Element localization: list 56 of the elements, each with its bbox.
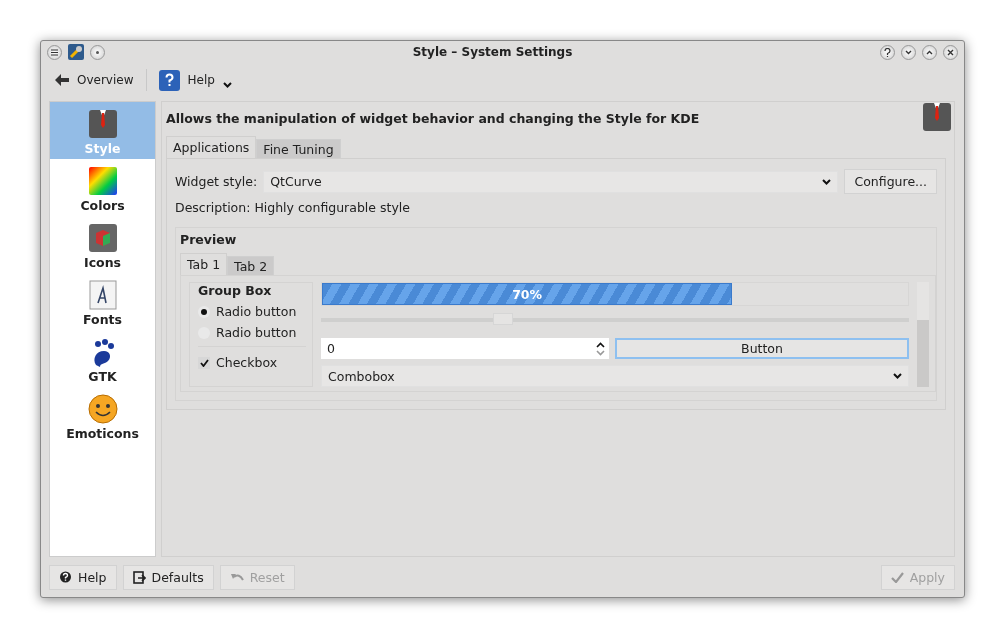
window-title: Style – System Settings — [411, 45, 574, 59]
sidebar-item[interactable]: GTK — [50, 330, 155, 387]
up-down-arrows-icon — [596, 341, 605, 356]
smiley-icon — [87, 394, 118, 424]
help-button[interactable]: Help — [49, 564, 117, 590]
chevron-down-icon — [905, 49, 912, 55]
cube-icon — [87, 223, 118, 253]
radio-button[interactable]: Radio button — [198, 304, 306, 319]
maximize-button[interactable] — [922, 44, 937, 60]
spinbox-field[interactable]: 0 — [321, 338, 609, 359]
tab[interactable]: Tab 2 — [227, 256, 275, 275]
description-text: Description: Highly configurable style — [175, 200, 411, 215]
widget-style-dropdown[interactable]: QtCurve — [263, 170, 839, 193]
tab[interactable]: Applications — [166, 136, 257, 158]
font-letter-icon — [87, 280, 118, 310]
progress-label: 70% — [512, 286, 543, 302]
checkbox[interactable]: Checkbox — [198, 346, 306, 370]
menu-icon — [51, 48, 58, 56]
question-icon — [884, 47, 891, 57]
sidebar-item[interactable]: Emoticons — [50, 387, 155, 444]
preview-button[interactable]: Button — [615, 338, 909, 359]
overview-button[interactable]: Overview — [53, 71, 136, 89]
dot-icon — [96, 50, 99, 54]
chevron-up-icon — [926, 49, 933, 55]
color-palette-icon — [87, 166, 118, 196]
tab[interactable]: Fine Tuning — [256, 139, 341, 158]
sidebar-item[interactable]: Fonts — [50, 273, 155, 330]
undo-icon — [229, 571, 244, 583]
help-menu-button[interactable]: Help — [156, 67, 234, 93]
chevron-down-icon — [893, 373, 902, 379]
preview-combobox[interactable]: Combobox — [321, 365, 909, 387]
group-title: Preview — [180, 232, 238, 247]
help-icon — [158, 69, 180, 91]
help-icon — [59, 570, 72, 584]
chevron-down-icon — [822, 178, 832, 185]
sidebar-item[interactable]: Colors — [50, 159, 155, 216]
suit-icon — [922, 102, 952, 132]
back-arrow-icon — [55, 74, 69, 86]
radio-button[interactable]: Radio button — [198, 325, 306, 340]
close-icon — [947, 48, 954, 56]
close-button[interactable] — [943, 44, 958, 60]
defaults-button[interactable]: Defaults — [122, 564, 214, 590]
window-menu-button[interactable] — [47, 44, 62, 60]
suit-icon — [87, 109, 118, 139]
help-button[interactable] — [880, 44, 895, 60]
page-description: Allows the manipulation of widget behavior and changing the Style for KDE — [166, 111, 700, 126]
sidebar-item[interactable]: Icons — [50, 216, 155, 273]
minimize-button[interactable] — [901, 44, 916, 60]
group-title: Group Box — [198, 283, 273, 298]
configure-button[interactable]: Configure... — [844, 169, 937, 194]
scrollbar[interactable] — [917, 282, 929, 387]
field-label: Widget style: — [175, 174, 258, 189]
chevron-down-icon — [222, 81, 232, 88]
checkmark-icon — [890, 571, 904, 583]
pin-button[interactable] — [90, 44, 105, 60]
tab[interactable]: Tab 1 — [180, 253, 228, 275]
